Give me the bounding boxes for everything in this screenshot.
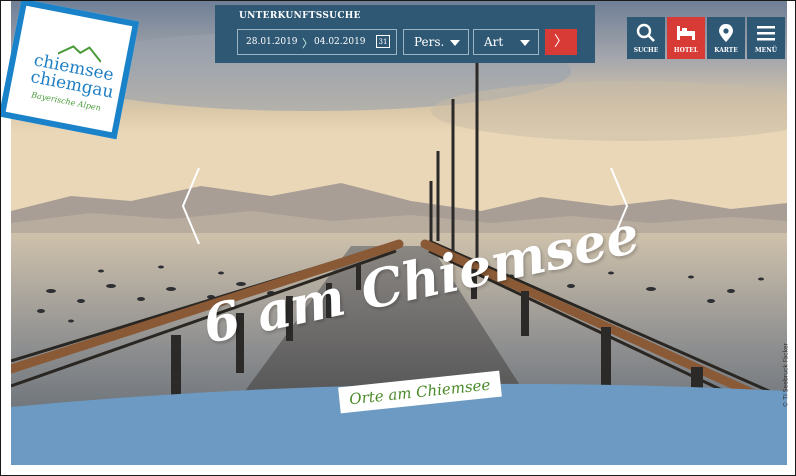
nav-map-button[interactable]: KARTE [707,17,745,59]
date-to[interactable]: 04.02.2019 [314,37,366,47]
persons-label: Pers. [414,35,445,49]
page-frame: 6 am Chiemsee Orte am Chiemsee chiemsee … [0,0,796,476]
bed-icon [677,26,695,40]
type-select[interactable]: Art [473,29,539,55]
site-logo[interactable]: chiemsee chiemgau Bayerische Alpen [1,1,140,140]
persons-select[interactable]: Pers. [403,29,469,55]
nav-menu-button[interactable]: MENÜ [747,17,785,59]
chevron-right-icon: 〉 [554,34,568,50]
slider-prev-arrow[interactable] [179,166,203,246]
nav-menu-label: MENÜ [755,47,777,54]
nav-map-label: KARTE [714,47,738,54]
map-pin-icon [719,24,733,42]
nav-hotel-label: HOTEL [673,47,699,54]
chevron-down-icon [520,40,530,46]
search-submit-button[interactable]: 〉 [545,29,577,55]
photo-credit-text: © TI Seebruck Fäcker [782,343,790,408]
date-separator-icon: 〉 [302,37,313,50]
calendar-icon[interactable]: 31 [376,35,390,48]
nav-search-label: SUCHE [633,47,659,54]
date-from[interactable]: 28.01.2019 [246,37,298,47]
search-icon [636,23,655,42]
nav-hotel-button[interactable]: HOTEL [667,17,705,59]
chevron-down-icon [450,40,460,46]
search-title: UNTERKUNFTSSUCHE [239,11,361,21]
menu-icon [757,26,775,41]
type-label: Art [484,35,504,49]
date-range-field[interactable]: 28.01.2019 〉 04.02.2019 31 [237,29,397,55]
photo-credit: © TI Seebruck Fäcker [777,321,795,411]
accommodation-search: UNTERKUNFTSSUCHE 28.01.2019 〉 04.02.2019… [215,5,595,63]
nav-search-button[interactable]: SUCHE [627,17,665,59]
